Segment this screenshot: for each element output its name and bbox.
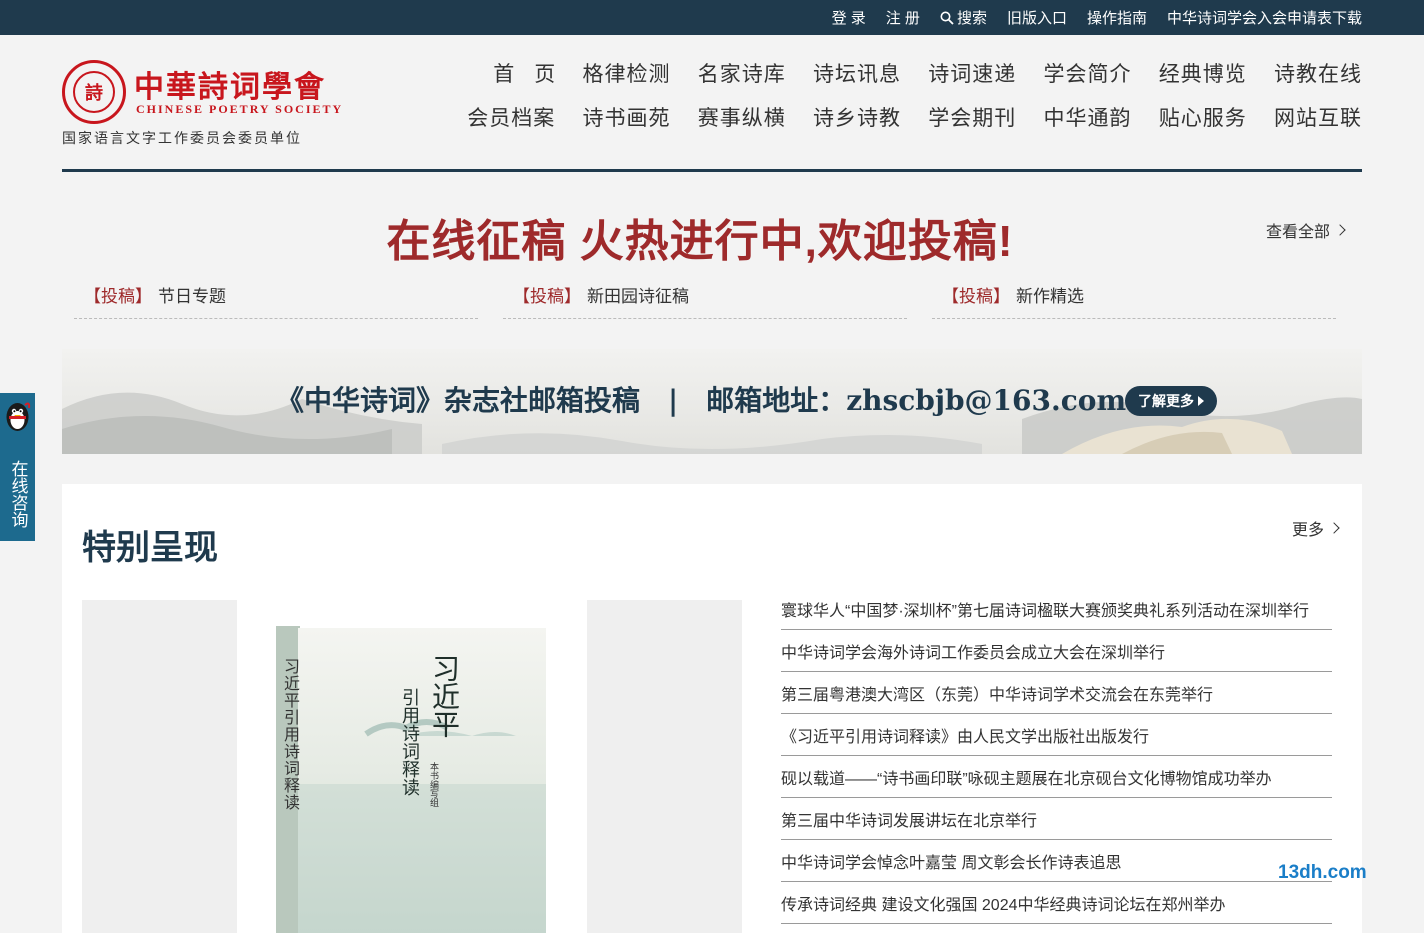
list-item: 《习近平引用诗词释读》由人民文学出版社出版发行 (781, 714, 1332, 756)
login-link[interactable]: 登 录 (832, 7, 866, 28)
online-consult-widget[interactable]: 在线咨询 (0, 393, 35, 541)
news-link[interactable]: 《习近平引用诗词释读》由人民文学出版社出版发行 (781, 723, 1149, 747)
special-feature-section: 特别呈现 更多 习近平引用诗词释读 习近平 引用诗词释读 本书编写组 寰球华人“… (62, 484, 1362, 933)
learn-more-button[interactable]: 了解更多 (1125, 386, 1217, 416)
nav-item-links[interactable]: 网站互联 (1247, 102, 1362, 132)
search-icon (940, 11, 954, 25)
submit-tag: 【投稿】 (942, 287, 1010, 306)
news-list: 寰球华人“中国梦·深圳杯”第七届诗词楹联大赛颁奖典礼系列活动在深圳举行 中华诗词… (781, 588, 1332, 924)
view-all-label: 查看全部 (1265, 224, 1330, 241)
news-link[interactable]: 中华诗词学会海外诗词工作委员会成立大会在深圳举行 (781, 639, 1165, 663)
submission-links: 【投稿】 节日专题 【投稿】 新田园诗征稿 【投稿】 新作精选 (74, 282, 1336, 319)
search-link[interactable]: 搜索 (940, 7, 987, 28)
list-item: 中华诗词学会海外诗词工作委员会成立大会在深圳举行 (781, 630, 1332, 672)
seal-glyph: 詩 (73, 71, 115, 113)
logo-subtitle: 国家语言文字工作委员会委员单位 (62, 130, 302, 146)
nav-item-rhyme[interactable]: 中华通韵 (1016, 102, 1131, 132)
submission-link-new-works[interactable]: 【投稿】 新作精选 (932, 282, 1336, 319)
nav-item-journals[interactable]: 学会期刊 (901, 102, 1016, 132)
chevron-right-icon (1328, 522, 1340, 534)
submit-tag: 【投稿】 (513, 287, 581, 306)
list-item: 砚以载道——“诗书画印联”咏砚主题展在北京砚台文化博物馆成功举办 (781, 756, 1332, 798)
news-link[interactable]: 砚以载道——“诗书画印联”咏砚主题展在北京砚台文化博物馆成功举办 (781, 765, 1272, 789)
view-all-link[interactable]: 查看全部 (1265, 218, 1346, 242)
more-link[interactable]: 更多 (1291, 516, 1340, 540)
nav-item-poet-library[interactable]: 名家诗库 (671, 58, 786, 88)
site-logo[interactable]: 詩 中華詩词學會 CHINESE POETRY SOCIETY 国家语言文字工作… (62, 60, 341, 150)
nav-item-member-archive[interactable]: 会员档案 (440, 102, 555, 132)
nav-item-classics[interactable]: 经典博览 (1132, 58, 1247, 88)
application-download-link[interactable]: 中华诗词学会入会申请表下载 (1167, 7, 1362, 28)
register-link[interactable]: 注 册 (886, 7, 920, 28)
search-label: 搜索 (956, 10, 987, 27)
banner-text: 《中华诗词》杂志社邮箱投稿 | 邮箱地址：zhscbjb@163.com (276, 384, 1127, 417)
submission-link-pastoral[interactable]: 【投稿】 新田园诗征稿 (503, 282, 907, 319)
watermark-text: 13dh.com (1278, 862, 1367, 883)
nav-item-services[interactable]: 贴心服务 (1132, 102, 1247, 132)
news-link[interactable]: 传承诗词经典 建设文化强国 2024中华经典诗词论坛在郑州举办 (781, 891, 1226, 915)
nav-item-poetry-news[interactable]: 诗坛讯息 (786, 58, 901, 88)
nav-item-poetry-education[interactable]: 诗教在线 (1247, 58, 1362, 88)
top-links: 登 录 注 册 搜索 旧版入口 操作指南 中华诗词学会入会申请表下载 (832, 0, 1362, 35)
submission-link-label: 节日专题 (158, 287, 226, 306)
book-spine-title: 习近平引用诗词释读 (281, 658, 300, 811)
email-submission-banner[interactable]: 《中华诗词》杂志社邮箱投稿 | 邮箱地址：zhscbjb@163.com 了解更… (62, 349, 1362, 454)
header-divider (62, 169, 1362, 172)
carousel-side-slide[interactable] (82, 600, 237, 933)
featured-book-cover[interactable]: 习近平引用诗词释读 习近平 引用诗词释读 本书编写组 (276, 624, 546, 933)
list-item: 寰球华人“中国梦·深圳杯”第七届诗词楹联大赛颁奖典礼系列活动在深圳举行 (781, 588, 1332, 630)
nav-item-calligraphy[interactable]: 诗书画苑 (555, 102, 670, 132)
consult-label: 在线咨询 (8, 460, 28, 528)
logo-seal-icon: 詩 (62, 60, 126, 124)
news-link[interactable]: 寰球华人“中国梦·深圳杯”第七届诗词楹联大赛颁奖典礼系列活动在深圳举行 (781, 597, 1309, 621)
old-version-link[interactable]: 旧版入口 (1007, 7, 1067, 28)
logo-english-name: CHINESE POETRY SOCIETY (136, 102, 344, 116)
news-link[interactable]: 第三届粤港澳大湾区（东莞）中华诗词学术交流会在东莞举行 (781, 681, 1213, 705)
nav-item-competitions[interactable]: 赛事纵横 (671, 102, 786, 132)
nav-item-poetry-towns[interactable]: 诗乡诗教 (786, 102, 901, 132)
qq-penguin-icon (6, 402, 31, 431)
submission-link-label: 新作精选 (1016, 287, 1084, 306)
logo-chinese-name: 中華詩词學會 (134, 70, 326, 105)
submission-link-label: 新田园诗征稿 (587, 287, 689, 306)
main-nav: 首页 格律检测 名家诗库 诗坛讯息 诗词速递 学会简介 经典博览 诗教在线 会员… (440, 58, 1362, 132)
list-item: 第三届粤港澳大湾区（东莞）中华诗词学术交流会在东莞举行 (781, 672, 1332, 714)
chevron-right-icon (1334, 224, 1346, 236)
guide-link[interactable]: 操作指南 (1087, 7, 1147, 28)
list-item: 第三届中华诗词发展讲坛在北京举行 (781, 798, 1332, 840)
list-item: 传承诗词经典 建设文化强国 2024中华经典诗词论坛在郑州举办 (781, 882, 1332, 924)
more-label: 更多 (1291, 522, 1324, 539)
news-link[interactable]: 中华诗词学会悼念叶嘉莹 周文彰会长作诗表追思 (781, 849, 1121, 873)
nav-item-meter-check[interactable]: 格律检测 (555, 58, 670, 88)
news-link[interactable]: 第三届中华诗词发展讲坛在北京举行 (781, 807, 1037, 831)
submit-tag: 【投稿】 (84, 287, 152, 306)
nav-item-about[interactable]: 学会简介 (1016, 58, 1131, 88)
book-editor-credit: 本书编写组 (429, 762, 439, 807)
submission-headline: 在线征稿 火热进行中,欢迎投稿! (386, 217, 1014, 266)
submission-link-festival[interactable]: 【投稿】 节日专题 (74, 282, 478, 319)
book-cover-title-sub: 引用诗词释读 (399, 688, 420, 796)
carousel-side-slide[interactable] (587, 600, 742, 933)
nav-item-poetry-express[interactable]: 诗词速递 (901, 58, 1016, 88)
list-item: 中华诗词学会悼念叶嘉莹 周文彰会长作诗表追思 (781, 840, 1332, 882)
section-title: 特别呈现 (82, 529, 218, 567)
play-arrow-icon (1198, 396, 1204, 406)
top-bar: 登 录 注 册 搜索 旧版入口 操作指南 中华诗词学会入会申请表下载 (0, 0, 1424, 35)
book-cover-title-main: 习近平 (428, 654, 461, 738)
learn-more-label: 了解更多 (1138, 393, 1194, 409)
